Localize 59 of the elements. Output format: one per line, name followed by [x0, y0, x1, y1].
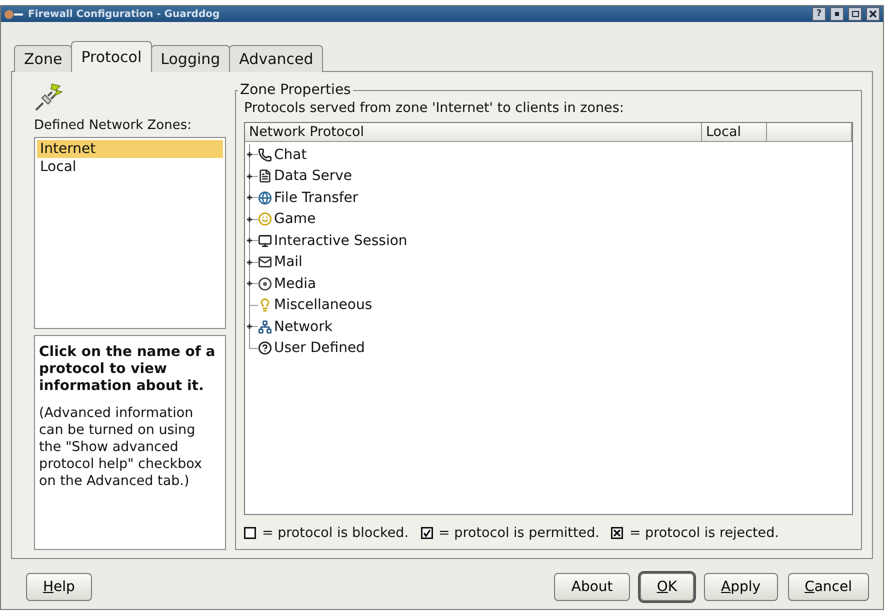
expander-icon[interactable] [247, 195, 252, 200]
phone-icon [258, 148, 272, 162]
legend-text: = protocol is permitted. [438, 525, 600, 541]
protocol-item[interactable]: Data Serve [274, 168, 352, 184]
expander-icon[interactable] [247, 260, 252, 264]
dialog-button[interactable]: Help [26, 573, 92, 601]
help-text: (Advanced information can be turned on using the "Show advanced protocol help" checkbox on the Advanced tab.) [39, 405, 203, 490]
protocol-item[interactable]: Miscellaneous [274, 297, 372, 314]
crossed-box-icon [611, 527, 624, 539]
expander-icon[interactable] [247, 174, 252, 178]
legend-text: = protocol is rejected. [629, 525, 779, 541]
disc-icon [258, 276, 272, 291]
close-button[interactable] [866, 7, 880, 21]
expander-icon[interactable] [247, 238, 252, 243]
dialog-button[interactable]: Cancel [788, 573, 869, 601]
zones-label: Defined Network Zones: [34, 118, 192, 133]
monitor-icon [258, 234, 272, 248]
help-heading: Click on the name of a protocol to view information about it. [39, 344, 216, 395]
expander-icon[interactable] [247, 152, 252, 157]
question-icon [258, 341, 272, 356]
dialog-button[interactable]: About [554, 573, 630, 601]
tab[interactable]: Advanced [229, 45, 324, 72]
protocol-item[interactable]: User Defined [274, 340, 365, 356]
empty-box-icon [244, 527, 256, 539]
plug-icon [34, 82, 64, 112]
protocol-item[interactable]: Mail [274, 254, 302, 270]
envelope-icon [258, 255, 272, 270]
maximize-button[interactable] [848, 7, 862, 21]
tab[interactable]: Protocol [71, 41, 152, 72]
legend-text: = protocol is blocked. [262, 525, 409, 541]
zone-item[interactable]: Local [37, 158, 223, 176]
tab[interactable]: Zone [14, 45, 72, 72]
protocol-item[interactable]: Interactive Session [274, 232, 408, 249]
expander-icon[interactable] [247, 324, 252, 329]
group-title: Zone Properties [239, 82, 352, 98]
protocol-item[interactable]: Network [274, 318, 332, 335]
smiley-icon [258, 212, 272, 226]
tab[interactable]: Logging [150, 45, 230, 72]
document-icon [258, 169, 272, 184]
help-button[interactable]: ? [812, 7, 826, 21]
expander-icon[interactable] [247, 216, 252, 222]
minimize-button[interactable] [830, 7, 844, 21]
dialog-button[interactable]: OK [640, 573, 694, 601]
checked-box-icon [420, 527, 433, 539]
dialog-button[interactable]: Apply [704, 573, 778, 601]
protocol-item[interactable]: Media [274, 276, 316, 292]
caption: Protocols served from zone 'Internet' to clients in zones: [244, 100, 625, 116]
network-icon [258, 320, 272, 334]
column-header[interactable]: Network Protocol [245, 123, 702, 142]
protocol-item[interactable]: Chat [274, 146, 307, 163]
window-title: Firewall Configuration - Guarddog [28, 8, 221, 20]
protocol-item[interactable]: File Transfer [274, 190, 358, 206]
globe-icon [258, 190, 272, 205]
zone-item[interactable]: Internet [37, 140, 223, 158]
expander-icon[interactable] [247, 281, 252, 286]
column-header[interactable]: Local [702, 123, 767, 142]
lightbulb-icon [258, 298, 272, 312]
app-icon [4, 8, 24, 20]
protocol-item[interactable]: Game [274, 211, 316, 228]
